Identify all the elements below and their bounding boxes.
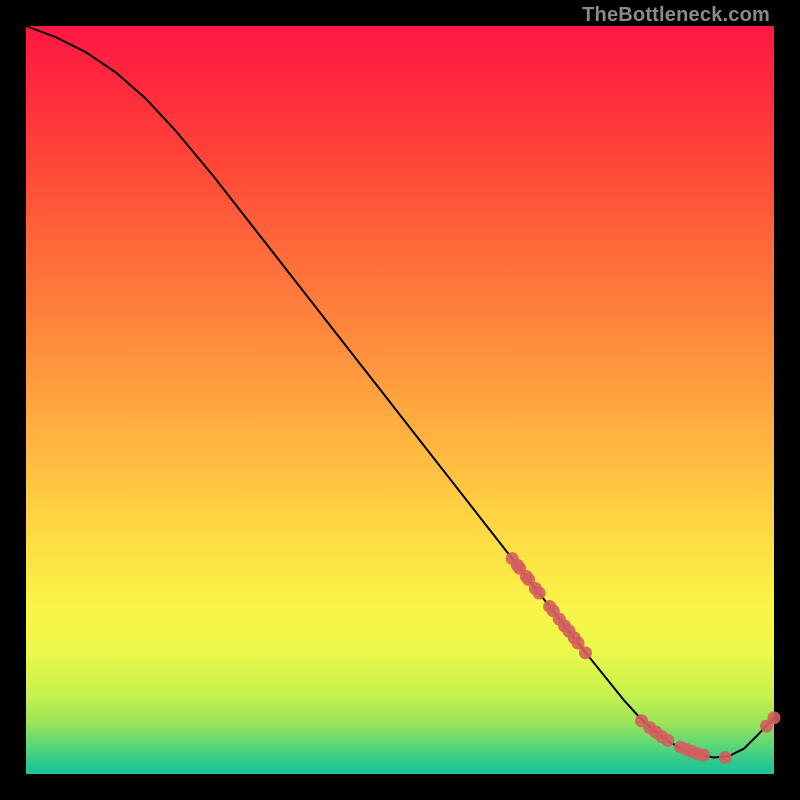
chart-svg (26, 26, 774, 774)
chart-stage: TheBottleneck.com (0, 0, 800, 800)
data-point (661, 734, 674, 747)
bottleneck-curve (26, 26, 774, 758)
data-point (768, 711, 781, 724)
data-point (719, 751, 732, 764)
data-point (533, 586, 546, 599)
data-point (579, 646, 592, 659)
plot-area (26, 26, 774, 774)
data-markers (506, 552, 781, 764)
watermark-text: TheBottleneck.com (582, 4, 770, 27)
data-point (697, 749, 710, 762)
